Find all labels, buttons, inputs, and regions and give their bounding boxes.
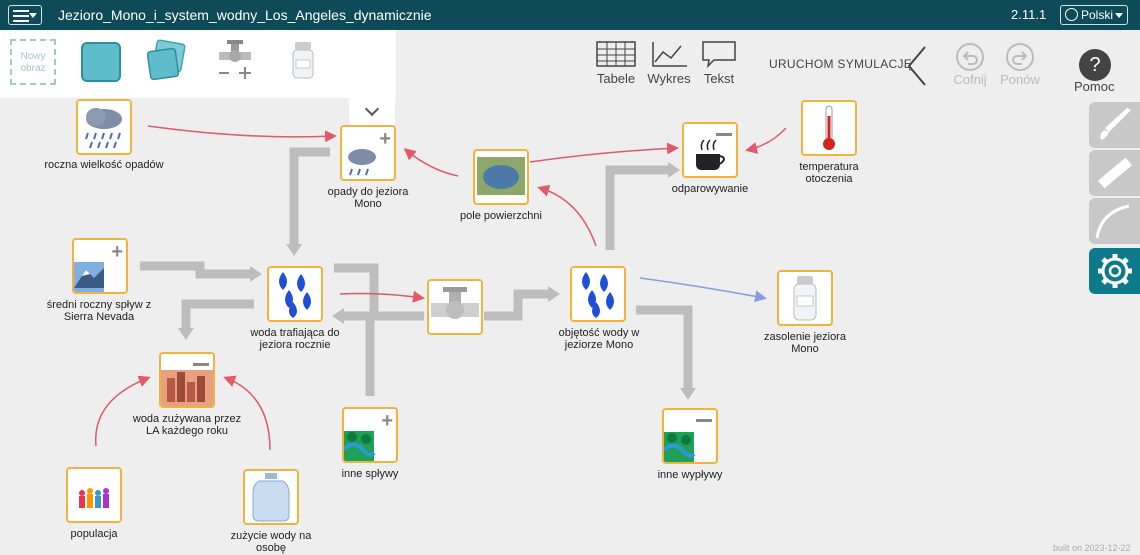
water-drops-icon <box>279 272 311 318</box>
flow-inflow-to-valve <box>334 263 424 321</box>
node-other-inflows[interactable]: + <box>342 407 398 463</box>
label-water-to-lake: woda trafiająca do jeziora rocznie <box>250 327 340 351</box>
influence-link-salinity <box>639 277 767 303</box>
node-salinity[interactable] <box>777 270 833 326</box>
node-lake-volume[interactable] <box>570 266 626 322</box>
rain-cloud-icon <box>85 108 122 149</box>
plus-icon: + <box>379 128 391 150</box>
node-per-capita-use[interactable] <box>243 469 299 525</box>
node-la-water-use[interactable] <box>159 352 215 408</box>
label-lake-precipitation: opady do jeziora Mono <box>327 186 409 210</box>
node-population[interactable] <box>66 467 122 523</box>
node-precipitation-annual[interactable] <box>76 99 132 155</box>
node-sierra-runoff[interactable]: + <box>72 238 128 294</box>
water-jug-icon <box>252 473 290 522</box>
thermometer-icon <box>823 105 835 150</box>
flow-sierra-to-inflow <box>140 261 252 279</box>
label-evaporation: odparowywanie <box>671 183 749 195</box>
minus-icon <box>696 419 712 422</box>
coffee-cup-icon <box>696 139 725 170</box>
label-temperature: temperatura otoczenia <box>799 161 859 185</box>
salt-shaker-icon <box>793 276 817 321</box>
label-other-inflows: inne spływy <box>341 468 399 480</box>
build-info: built on 2023-12-22 <box>1053 543 1131 553</box>
plus-icon: + <box>111 241 123 263</box>
node-valve[interactable] <box>427 279 483 335</box>
valve-icon <box>431 287 479 319</box>
label-other-outflows: inne wypływy <box>657 469 723 481</box>
label-surface-area: pole powierzchni <box>460 210 542 222</box>
city-icon <box>161 370 213 406</box>
node-lake-precipitation[interactable]: + <box>340 125 396 181</box>
label-precipitation-annual: roczna wielkość opadów <box>44 159 164 171</box>
label-per-capita-use: zużycie wody na osobę <box>230 530 312 554</box>
node-water-to-lake[interactable] <box>267 266 323 322</box>
label-la-water-use: woda zużywana przez LA każdego roku <box>132 413 242 437</box>
label-lake-volume: objętość wody w jeziorze Mono <box>558 327 640 351</box>
lake-map-icon <box>477 157 525 195</box>
node-surface-area[interactable] <box>473 149 529 205</box>
plus-icon: + <box>381 410 393 432</box>
label-population: populacja <box>70 528 118 540</box>
label-sierra-runoff: średni roczny spływ z Sierra Nevada <box>46 299 152 323</box>
node-other-outflows[interactable] <box>662 408 718 464</box>
flow-valve-to-lake <box>484 289 550 321</box>
node-temperature[interactable] <box>801 100 857 156</box>
minus-icon <box>193 363 209 366</box>
node-evaporation[interactable] <box>682 122 738 178</box>
flow-lake-to-evap <box>605 165 670 250</box>
people-icon <box>79 488 109 508</box>
minus-icon <box>716 133 732 136</box>
landscape-icon <box>664 432 696 462</box>
label-salinity: zasolenie jeziora Mono <box>764 331 846 355</box>
water-drops-icon <box>582 272 614 318</box>
